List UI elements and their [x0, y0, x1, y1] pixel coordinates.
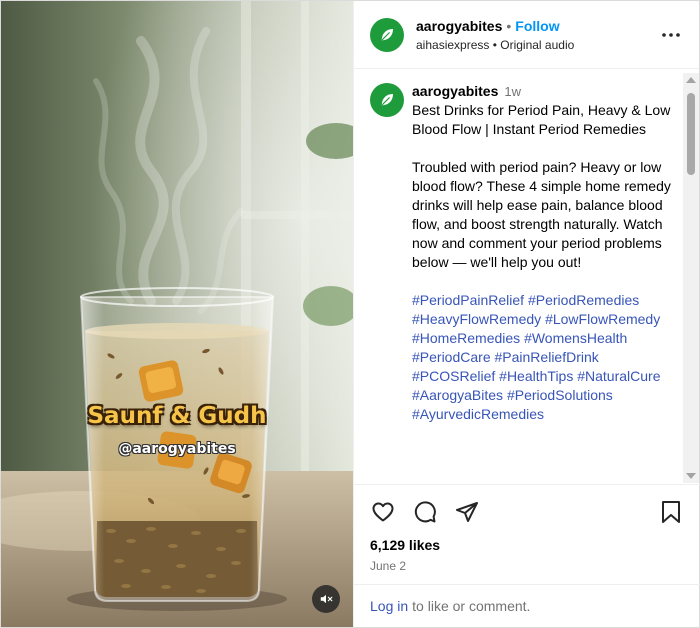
muted-speaker-icon: [320, 594, 333, 604]
audio-subtitle[interactable]: aihasiexpress • Original audio: [416, 37, 574, 53]
more-options-icon: [662, 33, 680, 37]
mute-toggle-button[interactable]: [312, 585, 340, 613]
separator-dot: •: [506, 17, 512, 34]
caption-area: aarogyabites 1w Best Drinks for Period Pa…: [354, 70, 700, 484]
hashtag-link[interactable]: #HomeRemedies: [412, 330, 520, 346]
hashtag-link[interactable]: #PainReliefDrink: [495, 349, 599, 365]
video-overlay-title: Saunf & Gudh: [87, 403, 267, 429]
caption-avatar[interactable]: [370, 83, 404, 117]
video-overlay-handle: @aarogyabites: [118, 441, 236, 457]
more-options-button[interactable]: [659, 25, 683, 45]
caption-text: aarogyabites 1w Best Drinks for Period Pa…: [412, 82, 680, 424]
login-link[interactable]: Log in: [370, 598, 408, 614]
header-text: aarogyabites • Follow aihasiexpress • Orig…: [416, 17, 574, 53]
caption-username[interactable]: aarogyabites: [412, 83, 498, 99]
hashtag-link[interactable]: #PCOSRelief: [412, 368, 495, 384]
follow-button[interactable]: Follow: [515, 18, 559, 34]
hashtag-link[interactable]: #PeriodSolutions: [507, 387, 613, 403]
post-media-video[interactable]: Saunf & Gudh @aarogyabites: [1, 1, 353, 627]
like-button[interactable]: [370, 499, 396, 525]
bookmark-icon: [662, 501, 680, 523]
hashtag-link[interactable]: #LowFlowRemedy: [545, 311, 660, 327]
heart-icon: [372, 502, 394, 522]
hashtag-link[interactable]: #PeriodCare: [412, 349, 491, 365]
login-prompt: Log in to like or comment.: [354, 584, 700, 627]
scroll-up-arrow-icon[interactable]: [686, 77, 696, 83]
comment-icon: [414, 501, 436, 523]
instagram-post: Saunf & Gudh @aarogyabites aarogyabites •…: [0, 0, 700, 628]
hashtag-link[interactable]: #WomensHealth: [524, 330, 627, 346]
header-username[interactable]: aarogyabites: [416, 18, 502, 34]
save-button[interactable]: [658, 499, 684, 525]
post-header: aarogyabites • Follow aihasiexpress • Orig…: [354, 1, 699, 69]
caption-time[interactable]: 1w: [504, 84, 521, 99]
hashtag-link[interactable]: #PeriodPainRelief: [412, 292, 524, 308]
caption-scrollbar[interactable]: [683, 73, 699, 483]
avatar[interactable]: [370, 17, 404, 52]
share-icon: [456, 502, 478, 522]
hashtag-link[interactable]: #NaturalCure: [577, 368, 660, 384]
hashtag-link[interactable]: #AyurvedicRemedies: [412, 406, 544, 422]
caption-title: Best Drinks for Period Pain, Heavy & Low…: [412, 102, 671, 137]
caption-body: Troubled with period pain? Heavy or low …: [412, 159, 671, 270]
hashtag-link[interactable]: #PeriodRemedies: [528, 292, 639, 308]
post-date[interactable]: June 2: [370, 559, 406, 573]
leaf-icon: [381, 94, 393, 106]
hashtag-link[interactable]: #HealthTips: [499, 368, 573, 384]
scrollbar-thumb[interactable]: [687, 93, 695, 175]
action-bar: 6,129 likes June 2: [354, 484, 700, 584]
hashtag-list: #PeriodPainRelief #PeriodRemedies #Heavy…: [412, 291, 680, 424]
leaf-icon: [381, 28, 393, 40]
login-prompt-text: to like or comment.: [412, 598, 531, 614]
hashtag-link[interactable]: #AarogyaBites: [412, 387, 503, 403]
scroll-down-arrow-icon[interactable]: [686, 473, 696, 479]
post-details-panel: aarogyabites • Follow aihasiexpress • Orig…: [353, 1, 700, 627]
hashtag-link[interactable]: #HeavyFlowRemedy: [412, 311, 541, 327]
likes-count[interactable]: 6,129 likes: [370, 537, 440, 553]
comment-button[interactable]: [412, 499, 438, 525]
video-frame-illustration: [1, 1, 353, 627]
share-button[interactable]: [454, 499, 480, 525]
